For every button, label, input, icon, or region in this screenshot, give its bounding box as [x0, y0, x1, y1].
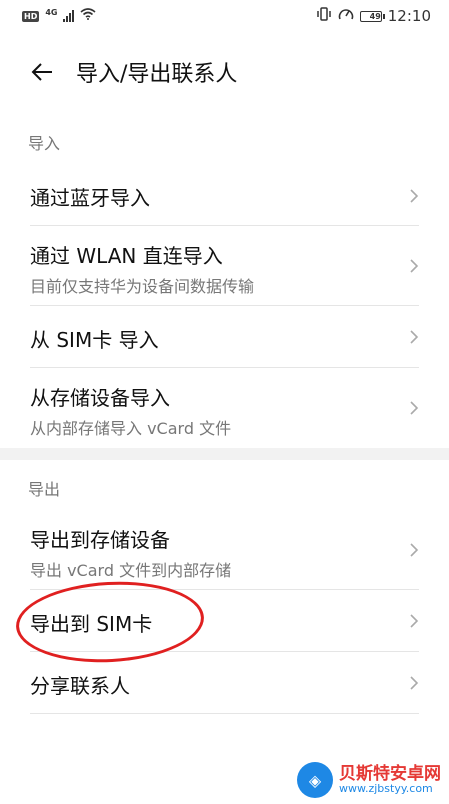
- watermark-name: 贝斯特安卓网: [339, 763, 441, 784]
- watermark-logo-icon: ◈: [297, 762, 333, 798]
- watermark-url: www.zjbstyy.com: [339, 782, 433, 796]
- battery-level: 49: [369, 11, 381, 21]
- chevron-right-icon: [410, 259, 419, 273]
- item-title: 通过 WLAN 直连导入: [30, 244, 223, 268]
- section-header-import: 导入: [28, 134, 61, 153]
- status-time: 12:10: [387, 7, 431, 25]
- status-bar-right: 49 12:10: [316, 7, 431, 25]
- watermark: ◈ 贝斯特安卓网 www.zjbstyy.com: [297, 762, 441, 798]
- battery-icon: 49: [359, 10, 385, 22]
- list-item-import-wlan-direct[interactable]: 通过 WLAN 直连导入 目前仅支持华为设备间数据传输: [0, 226, 449, 306]
- chevron-right-icon: [410, 543, 419, 557]
- arrow-left-icon: [31, 63, 52, 81]
- status-bar-left: HD 4G: [22, 7, 97, 24]
- chevron-right-icon: [410, 614, 419, 628]
- chevron-right-icon: [410, 330, 419, 344]
- hd-icon: HD: [22, 10, 40, 22]
- section-header-export: 导出: [28, 480, 61, 499]
- item-subtitle: 从内部存储导入 vCard 文件: [30, 419, 232, 438]
- chevron-right-icon: [410, 189, 419, 203]
- chevron-right-icon: [410, 676, 419, 690]
- chevron-right-icon: [410, 401, 419, 415]
- list-item-import-sim[interactable]: 从 SIM卡 导入: [0, 306, 449, 368]
- list-item-import-storage[interactable]: 从存储设备导入 从内部存储导入 vCard 文件: [0, 368, 449, 448]
- item-title: 导出到存储设备: [30, 528, 170, 552]
- list-item-export-storage[interactable]: 导出到存储设备 导出 vCard 文件到内部存储: [0, 510, 449, 590]
- item-title: 导出到 SIM卡: [30, 612, 153, 636]
- back-button[interactable]: [14, 44, 70, 100]
- toolbar: 导入/导出联系人: [0, 40, 449, 104]
- item-subtitle: 导出 vCard 文件到内部存储: [30, 561, 232, 580]
- page-title: 导入/导出联系人: [76, 62, 238, 87]
- list-item-export-sim[interactable]: 导出到 SIM卡: [0, 590, 449, 652]
- divider: [30, 713, 419, 714]
- list-item-share-contacts[interactable]: 分享联系人: [0, 652, 449, 714]
- watermark-text: 贝斯特安卓网 www.zjbstyy.com: [339, 763, 441, 796]
- item-subtitle: 目前仅支持华为设备间数据传输: [30, 277, 255, 296]
- item-title: 分享联系人: [30, 674, 130, 698]
- network-type-label: 4G: [45, 7, 58, 17]
- item-title: 从存储设备导入: [30, 386, 170, 410]
- wifi-icon: [80, 8, 97, 24]
- list-item-import-bluetooth[interactable]: 通过蓝牙导入: [0, 166, 449, 226]
- vibrate-icon: [316, 7, 332, 25]
- speedometer-icon: [338, 7, 354, 25]
- item-title: 通过蓝牙导入: [30, 186, 150, 210]
- item-title: 从 SIM卡 导入: [30, 328, 159, 352]
- status-bar: HD 4G 49 12:10: [0, 0, 449, 32]
- section-separator: [0, 448, 449, 460]
- signal-icon: [63, 10, 75, 22]
